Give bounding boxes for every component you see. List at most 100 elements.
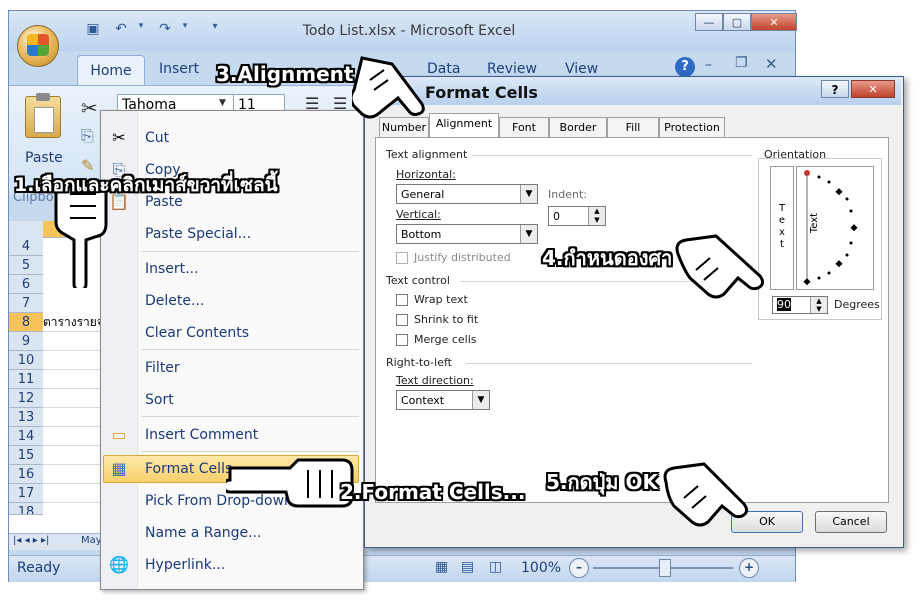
justify-distributed-checkbox[interactable] <box>396 252 408 264</box>
shrink-to-fit-checkbox[interactable] <box>396 314 408 326</box>
save-icon[interactable]: ▣ <box>83 21 103 39</box>
pointing-hand-downright-icon <box>352 56 425 119</box>
dial-tick-major <box>835 260 843 268</box>
title-bar: ▣ ↶ ▾ ↷ ▾ ▾ Todo List.xlsx - Microsoft E… <box>9 11 797 51</box>
row-number[interactable]: 11 <box>9 370 43 389</box>
wrap-text-checkbox[interactable] <box>396 294 408 306</box>
dial-tick <box>817 175 821 179</box>
tab-data[interactable]: Data <box>427 61 460 77</box>
tab-alignment[interactable]: Alignment <box>429 113 499 138</box>
cut-icon[interactable]: ✂ <box>81 96 98 120</box>
menu-item-delete[interactable]: Delete... <box>145 290 204 312</box>
office-button[interactable] <box>17 25 59 67</box>
cancel-button[interactable]: Cancel <box>815 511 887 533</box>
close-button[interactable]: ✕ <box>751 13 797 31</box>
menu-item-insert[interactable]: Insert... <box>145 258 199 280</box>
row-number[interactable]: 16 <box>9 465 43 484</box>
row-number[interactable]: 17 <box>9 484 43 503</box>
redo-dropdown-icon[interactable]: ▾ <box>175 21 195 39</box>
help-icon[interactable]: ? <box>675 57 695 77</box>
vertical-combo[interactable]: Bottom ▼ <box>396 224 538 244</box>
row-number[interactable]: 15 <box>9 446 43 465</box>
menu-item-cut[interactable]: Cut <box>145 127 169 149</box>
dial-tick-major <box>803 278 811 286</box>
text-alignment-group: Text alignment <box>386 148 468 161</box>
dial-tick <box>849 241 853 245</box>
page-layout-icon[interactable]: ▤ <box>461 559 474 575</box>
tab-view[interactable]: View <box>565 61 598 77</box>
vertical-text-box[interactable]: T e x t <box>770 166 794 290</box>
indent-label: Indent: <box>548 188 587 201</box>
indent-spinner[interactable]: 0 ▲ ▼ <box>548 206 606 226</box>
restore-button[interactable]: ▢ <box>723 13 751 31</box>
merge-cells-label: Merge cells <box>414 333 477 346</box>
row-number[interactable]: 10 <box>9 351 43 370</box>
indent-value: 0 <box>553 210 560 223</box>
group-divider <box>466 363 752 364</box>
row-number[interactable]: 4 <box>9 237 43 256</box>
zoom-out-icon[interactable]: – <box>569 558 589 578</box>
menu-item-paste-special[interactable]: Paste Special... <box>145 223 251 245</box>
row-number[interactable]: 7 <box>9 294 43 313</box>
horizontal-combo[interactable]: General ▼ <box>396 184 538 204</box>
orientation-dial[interactable]: Text <box>796 166 874 290</box>
right-to-left-group: Right-to-left <box>386 356 452 369</box>
menu-item-hyperlink[interactable]: Hyperlink... <box>145 554 225 576</box>
undo-dropdown-icon[interactable]: ▾ <box>131 21 151 39</box>
menu-item-sort[interactable]: Sort <box>145 389 174 411</box>
row-number[interactable]: 18 <box>9 503 43 515</box>
dialog-close-button[interactable]: ✕ <box>851 80 895 98</box>
tab-font[interactable]: Font <box>499 117 549 137</box>
zoom-in-icon[interactable]: + <box>739 558 759 578</box>
row-number[interactable]: 14 <box>9 427 43 446</box>
chevron-down-icon: ▼ <box>520 185 537 203</box>
normal-view-icon[interactable]: ▦ <box>435 559 448 575</box>
tab-insert[interactable]: Insert <box>159 61 199 77</box>
menu-item-clear-contents[interactable]: Clear Contents <box>145 322 249 344</box>
text-direction-combo[interactable]: Context ▼ <box>396 390 490 410</box>
merge-cells-checkbox[interactable] <box>396 334 408 346</box>
tab-border[interactable]: Border <box>549 117 607 137</box>
menu-item-insert-comment[interactable]: Insert Comment <box>145 424 258 446</box>
page-break-icon[interactable]: ◫ <box>489 559 502 575</box>
tab-protection[interactable]: Protection <box>659 117 725 137</box>
dial-tick <box>845 253 849 257</box>
row-number[interactable]: 12 <box>9 389 43 408</box>
menu-item-filter[interactable]: Filter <box>145 357 180 379</box>
tab-fill[interactable]: Fill <box>607 117 659 137</box>
row-number[interactable]: 6 <box>9 275 43 294</box>
customize-toolbar-icon[interactable]: ▾ <box>205 21 225 39</box>
vertical-label: Vertical: <box>396 208 441 221</box>
row-number[interactable]: 5 <box>9 256 43 275</box>
ribbon-close-icon[interactable]: ✕ <box>765 55 778 73</box>
rotated-text-sample: Text <box>809 212 820 234</box>
minimize-button[interactable]: — <box>695 13 723 31</box>
tab-home[interactable]: Home <box>77 55 145 86</box>
degrees-spinner[interactable]: 90 ▲ ▼ <box>772 296 828 314</box>
step4-callout: 4.กำหนดองศา <box>542 246 673 270</box>
format-cells-icon: ▦ <box>111 459 127 478</box>
alignment-panel: Text alignment Horizontal: General ▼ Ind… <box>375 137 889 503</box>
copy-icon[interactable]: ⎘ <box>81 126 94 146</box>
horizontal-label: Horizontal: <box>396 168 456 181</box>
row-number[interactable]: 9 <box>9 332 43 351</box>
row-number[interactable]: 13 <box>9 408 43 427</box>
font-dropdown-icon[interactable]: ▼ <box>219 98 226 108</box>
ribbon-restore-icon[interactable]: ❐ <box>735 55 748 71</box>
menu-item-name-a-range[interactable]: Name a Range... <box>145 522 262 544</box>
dial-tick <box>845 197 849 201</box>
dialog-help-button[interactable]: ? <box>821 80 849 98</box>
row-number[interactable]: 8 <box>9 313 43 332</box>
ribbon-minimize-icon[interactable]: – <box>705 57 712 73</box>
vertical-text-sample: T e x t <box>778 203 786 250</box>
office-logo-icon <box>27 34 49 56</box>
status-text: Ready <box>17 560 61 576</box>
zoom-slider-thumb[interactable] <box>659 559 671 577</box>
sheet-nav-arrows-icon[interactable]: |◂ ◂ ▸ ▸| <box>13 535 49 546</box>
undo-icon[interactable]: ↶ <box>111 21 131 39</box>
vertical-value: Bottom <box>401 228 442 241</box>
tab-review[interactable]: Review <box>487 61 537 77</box>
redo-icon[interactable]: ↷ <box>155 21 175 39</box>
sheet-tab-may[interactable]: May <box>81 535 102 546</box>
step2-callout: 2.Format Cells... <box>340 480 526 504</box>
